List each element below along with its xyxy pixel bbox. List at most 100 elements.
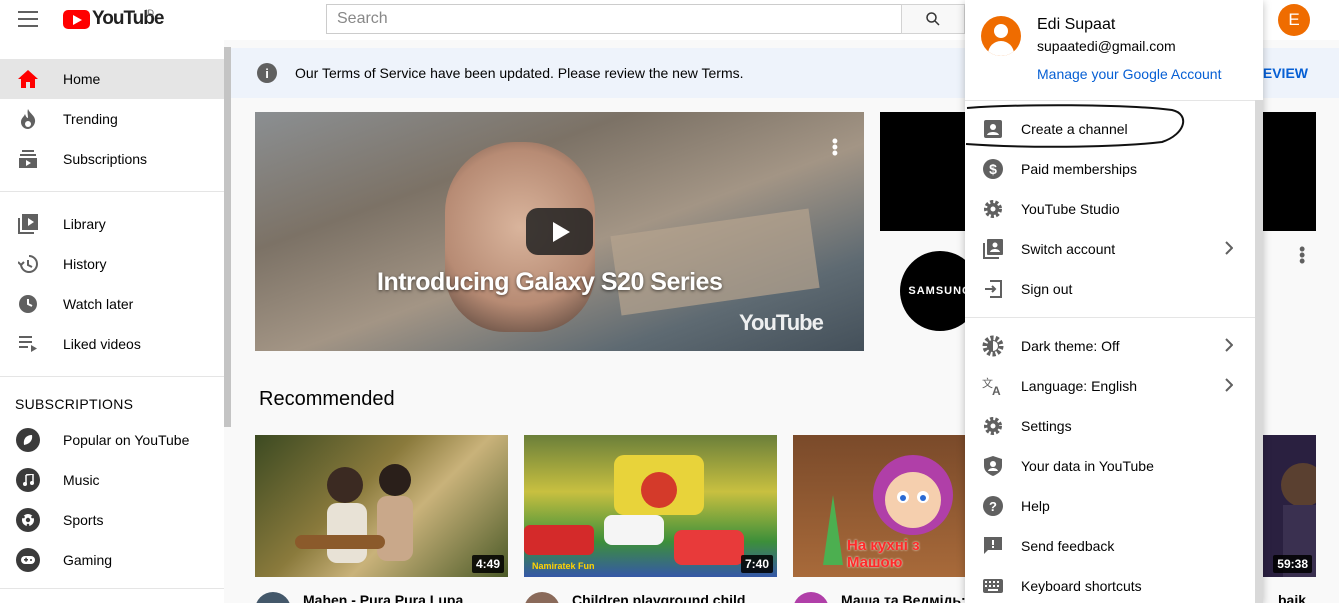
channel-avatar[interactable] <box>255 592 291 603</box>
sidebar-item-sports[interactable]: Sports <box>0 500 224 540</box>
sidebar-item-popular[interactable]: Popular on YouTube <box>0 420 224 460</box>
sidebar-item-watch-later[interactable]: Watch later <box>0 284 224 324</box>
sign-out-icon <box>981 277 1005 301</box>
play-icon[interactable] <box>526 208 593 255</box>
sidebar-scrollbar[interactable] <box>224 47 231 427</box>
featured-video[interactable]: Introducing Galaxy S20 Series YouTube • •… <box>255 112 864 351</box>
history-icon <box>16 252 40 276</box>
menu-scrollbar[interactable] <box>1255 100 1263 603</box>
menu-item-label: Keyboard shortcuts <box>1021 578 1142 594</box>
manage-account-link[interactable]: Manage your Google Account <box>1037 66 1221 82</box>
sidebar-divider <box>0 588 224 589</box>
menu-icon[interactable] <box>18 11 38 27</box>
sidebar-item-label: Gaming <box>63 552 113 568</box>
sidebar-item-subscriptions[interactable]: Subscriptions <box>0 139 224 179</box>
sidebar-item-label: Sports <box>63 512 104 528</box>
menu-item-keyboard-shortcuts[interactable]: Keyboard shortcuts <box>965 566 1263 603</box>
sidebar-item-home[interactable]: Home <box>0 59 224 99</box>
home-icon <box>16 67 40 91</box>
channel-avatar[interactable] <box>524 592 560 603</box>
channel-avatar[interactable] <box>793 592 829 603</box>
video-title[interactable]: Children playground child <box>572 592 745 603</box>
feedback-icon <box>981 534 1005 558</box>
search-input[interactable]: Search <box>326 4 902 34</box>
sports-icon <box>16 508 40 532</box>
subscriptions-heading: SUBSCRIPTIONS <box>15 396 134 412</box>
menu-item-label: Your data in YouTube <box>1021 458 1154 474</box>
menu-item-language[interactable]: 文A Language: English <box>965 366 1263 406</box>
sidebar-divider <box>0 191 224 192</box>
guide-sidebar: Home Trending Subscriptions Library Hist… <box>0 40 224 603</box>
gear-icon <box>981 197 1005 221</box>
sidebar-item-trending[interactable]: Trending <box>0 99 224 139</box>
svg-text:A: A <box>992 384 1001 396</box>
youtube-play-icon <box>63 9 90 29</box>
sidebar-item-label: Music <box>63 472 100 488</box>
svg-text:?: ? <box>989 499 997 514</box>
video-thumbnail[interactable]: 59:38 <box>1263 435 1316 577</box>
menu-item-your-data[interactable]: Your data in YouTube <box>965 446 1263 486</box>
sidebar-item-label: Home <box>63 71 101 87</box>
menu-item-label: Create a channel <box>1021 121 1128 137</box>
search-icon <box>926 12 940 26</box>
video-duration: 7:40 <box>740 555 773 573</box>
sidebar-item-history[interactable]: History <box>0 244 224 284</box>
sidebar-item-label: Popular on YouTube <box>63 432 190 448</box>
video-title[interactable]: Маша та Ведмідь: <box>841 592 966 603</box>
menu-item-youtube-studio[interactable]: YouTube Studio <box>965 189 1263 229</box>
search-button[interactable] <box>901 4 965 34</box>
more-options-icon[interactable]: • • • <box>1299 240 1305 270</box>
popular-icon <box>16 428 40 452</box>
sidebar-item-label: Watch later <box>63 296 134 312</box>
switch-account-icon <box>981 237 1005 261</box>
video-title[interactable]: Mahen - Pura Pura Lupa <box>303 592 463 603</box>
video-thumbnail[interactable]: На кухні з Машою <box>793 435 973 577</box>
thumbnail-image <box>524 455 744 565</box>
youtube-app: YouTube ID Search E Home Trending Subscr… <box>0 0 1339 603</box>
menu-item-label: Send feedback <box>1021 538 1115 554</box>
sidebar-item-library[interactable]: Library <box>0 204 224 244</box>
video-title[interactable]: baik <box>1278 592 1306 603</box>
recommended-heading: Recommended <box>259 388 395 410</box>
svg-text:$: $ <box>989 161 997 177</box>
avatar[interactable]: E <box>1278 4 1310 36</box>
video-thumbnail[interactable]: 7:40 Namiratek Fun <box>524 435 777 577</box>
watch-later-icon <box>16 292 40 316</box>
menu-item-switch-account[interactable]: Switch account <box>965 229 1263 269</box>
youtube-logo[interactable]: YouTube ID <box>63 8 164 29</box>
banner-text: Our Terms of Service have been updated. … <box>295 65 744 81</box>
shield-person-icon <box>981 454 1005 478</box>
keyboard-icon <box>981 574 1005 598</box>
sidebar-item-label: Trending <box>63 111 118 127</box>
subscriptions-icon <box>16 147 40 171</box>
sidebar-item-label: History <box>63 256 107 272</box>
video-thumbnail[interactable]: 4:49 <box>255 435 508 577</box>
sidebar-item-music[interactable]: Music <box>0 460 224 500</box>
sidebar-item-gaming[interactable]: Gaming <box>0 540 224 580</box>
video-duration: 4:49 <box>471 555 504 573</box>
more-options-icon[interactable]: • • • <box>832 132 838 162</box>
gaming-icon <box>16 548 40 572</box>
account-email: supaatedi@gmail.com <box>1037 38 1176 54</box>
dark-theme-icon <box>981 334 1005 358</box>
channel-watermark: Namiratek Fun <box>532 561 595 571</box>
menu-item-settings[interactable]: Settings <box>965 406 1263 446</box>
chevron-right-icon <box>1225 338 1234 355</box>
account-name: Edi Supaat <box>1037 16 1116 33</box>
menu-item-help[interactable]: ? Help <box>965 486 1263 526</box>
music-icon <box>16 468 40 492</box>
liked-videos-icon <box>16 332 40 356</box>
trending-icon <box>16 107 40 131</box>
account-box-icon <box>981 117 1005 141</box>
library-icon <box>16 212 40 236</box>
menu-item-paid-memberships[interactable]: $ Paid memberships <box>965 149 1263 189</box>
chevron-right-icon <box>1225 241 1234 258</box>
sidebar-item-label: Library <box>63 216 106 232</box>
menu-item-dark-theme[interactable]: Dark theme: Off <box>965 326 1263 366</box>
menu-item-create-channel[interactable]: Create a channel <box>965 109 1263 149</box>
sidebar-item-liked-videos[interactable]: Liked videos <box>0 324 224 364</box>
menu-item-send-feedback[interactable]: Send feedback <box>965 526 1263 566</box>
settings-icon <box>981 414 1005 438</box>
menu-item-sign-out[interactable]: Sign out <box>965 269 1263 309</box>
sidebar-item-label: Liked videos <box>63 336 141 352</box>
